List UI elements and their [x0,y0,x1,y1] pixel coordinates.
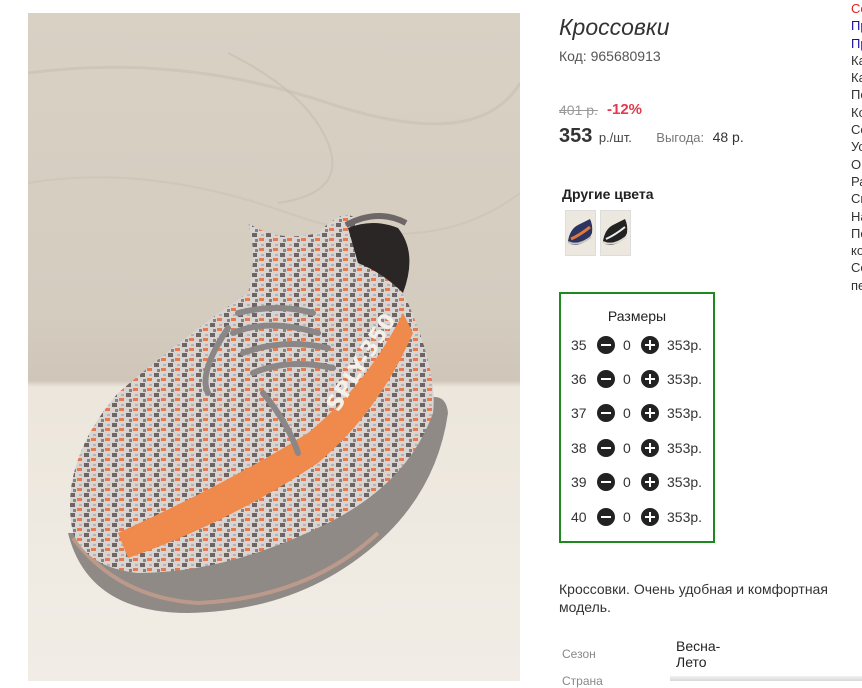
size-quantity: 0 [623,474,631,490]
side-menu-item: Со [851,260,862,276]
size-quantity: 0 [623,337,631,353]
size-price: 353р. [667,337,703,353]
side-menu-item[interactable]: Пр [851,35,862,52]
plus-circle-icon[interactable] [641,439,659,457]
size-quantity: 0 [623,405,631,421]
size-label: 37 [571,405,587,421]
side-menu-item: Ус [851,139,862,155]
current-price: 353 [559,125,593,147]
sizes-panel: Размеры 35 0 353р. 36 0 353р. 37 0 353р.… [559,292,715,543]
size-label: 40 [571,509,587,525]
product-title: Кроссовки [559,14,670,40]
size-price: 353р. [667,440,703,456]
size-price: 353р. [667,371,703,387]
size-label: 38 [571,440,587,456]
plus-circle-icon[interactable] [641,508,659,526]
side-menu-item: По [851,225,862,241]
side-menu-item: На [851,208,862,224]
price-unit: р./шт. [598,130,632,145]
minus-circle-icon[interactable] [597,439,615,457]
size-label: 35 [571,337,587,353]
side-menu-item: Св [851,191,862,207]
side-menu-item: Ка [851,70,862,86]
sizes-title: Размеры [607,308,667,324]
size-price: 353р. [667,405,703,421]
spec-label-country: Страна [562,674,603,688]
color-swatch-blue-orange[interactable] [565,210,596,256]
saving-label: Выгода: [656,130,705,145]
size-quantity: 0 [623,440,631,456]
product-sku: Код: 965680913 [559,48,661,64]
side-menu-item: ко [851,243,862,259]
plus-circle-icon[interactable] [641,473,659,491]
plus-circle-icon[interactable] [641,336,659,354]
side-menu-item: Ра [851,173,862,189]
size-quantity: 0 [623,371,631,387]
size-price: 353р. [667,474,703,490]
price-row: 353 р./шт. Выгода: 48 р. [559,125,744,148]
sneaker-image: SPLY-350 [28,52,520,613]
minus-circle-icon[interactable] [597,336,615,354]
color-swatch-black-white[interactable] [600,210,631,256]
side-menu-item: Оп [851,156,862,172]
size-quantity: 0 [623,509,631,525]
side-menu-item[interactable]: Пр [851,17,862,34]
size-label: 39 [571,474,587,490]
size-label: 36 [571,371,587,387]
spec-value-season: Весна-Лето [676,638,721,670]
size-price: 353р. [667,509,703,525]
other-colors-title: Другие цвета [562,186,654,202]
bottom-divider [670,676,862,681]
side-menu-item: Со [851,122,862,138]
black-white-sneaker-icon [602,219,628,245]
discount-badge: -12% [607,101,643,118]
spec-label-season: Сезон [562,647,596,661]
saving-value: 48 р. [712,129,744,145]
blue-orange-sneaker-icon [567,219,593,245]
minus-circle-icon[interactable] [597,404,615,422]
side-menu-item: По [851,87,862,103]
minus-circle-icon[interactable] [597,473,615,491]
side-menu-item: Ко [851,104,862,120]
plus-circle-icon[interactable] [641,404,659,422]
product-photo[interactable]: SPLY-350 [28,13,520,681]
minus-circle-icon[interactable] [597,370,615,388]
old-price: 401 р. [559,102,598,118]
minus-circle-icon[interactable] [597,508,615,526]
product-description: Кроссовки. Очень удобная и комфортная мо… [559,581,828,615]
plus-circle-icon[interactable] [641,370,659,388]
side-menu: Со Пр Пр Ка Ка По Ко Со Ус Оп Ра Св На П… [851,0,862,294]
side-menu-item[interactable]: Со [851,0,862,17]
side-menu-item: пе [851,277,862,293]
side-menu-item: Ка [851,52,862,68]
